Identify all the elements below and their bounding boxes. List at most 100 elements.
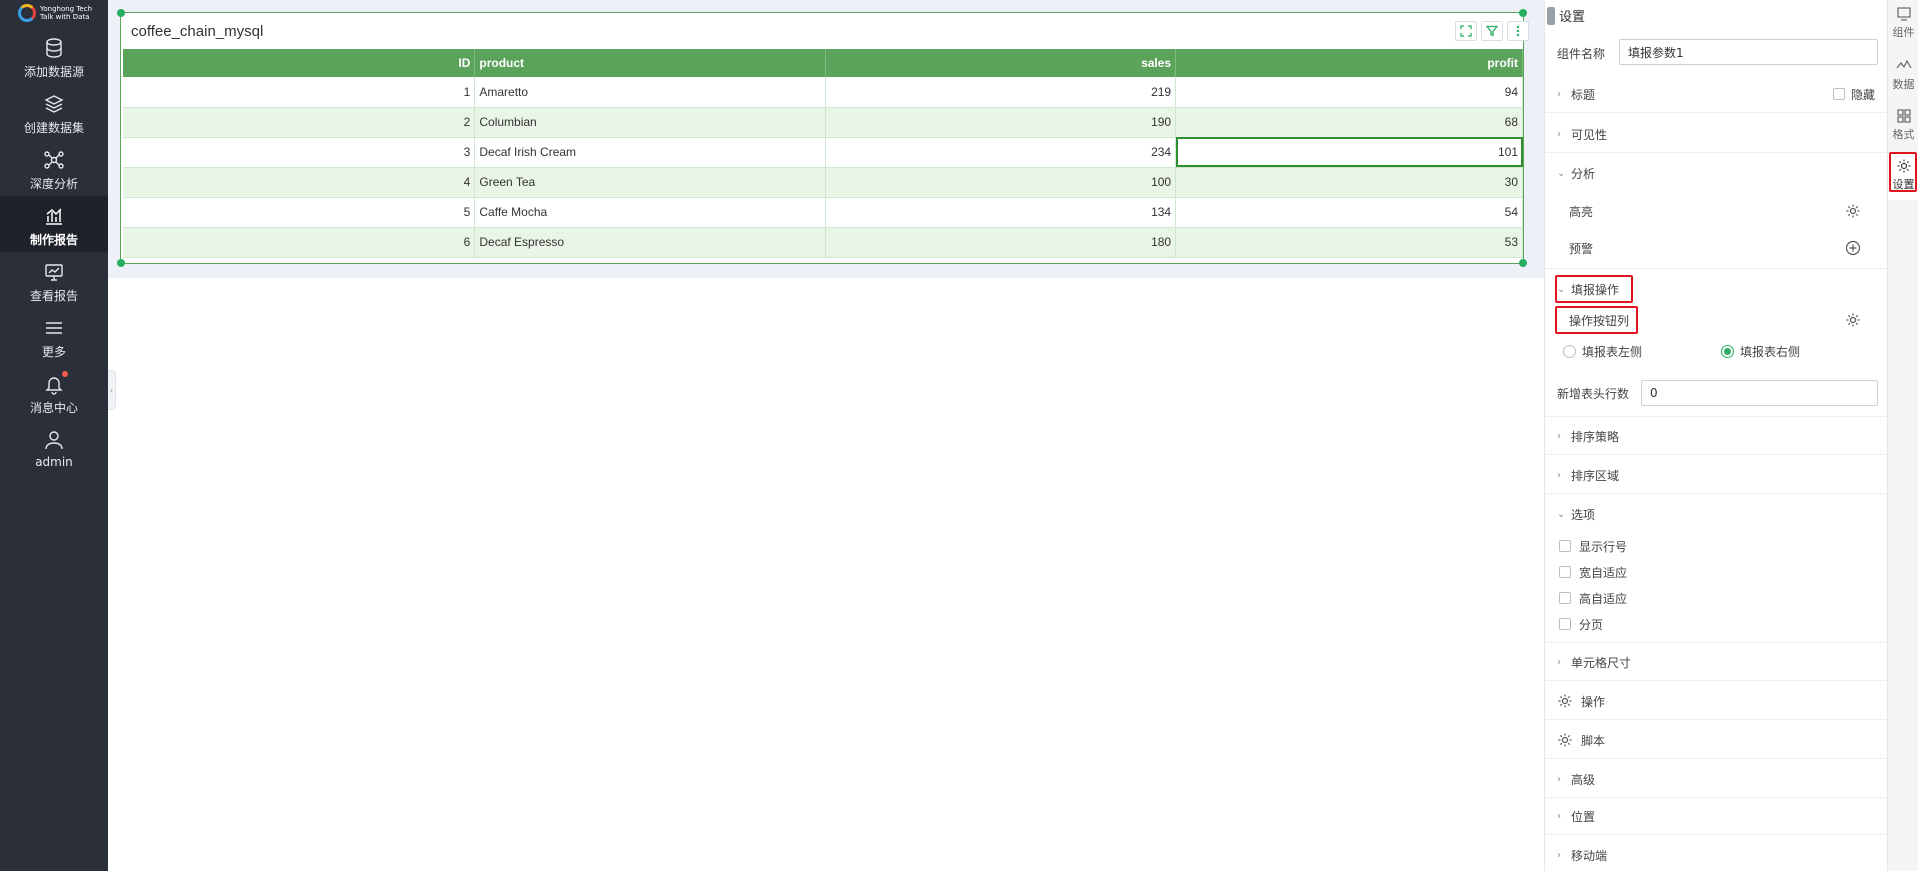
table-cell[interactable]: 4 (123, 167, 476, 198)
table-cell[interactable]: 180 (825, 227, 1177, 258)
section-cell-size[interactable]: › 单元格尺寸 (1545, 650, 1888, 674)
table-cell[interactable]: 3 (123, 137, 476, 168)
nav-deep-analysis[interactable]: 深度分析 (0, 140, 108, 196)
tab-data[interactable]: 数据 (1888, 52, 1918, 100)
column-header-sales[interactable]: sales (825, 49, 1177, 77)
filter-button[interactable] (1481, 21, 1503, 41)
component-name-input[interactable]: 填报参数1 (1619, 39, 1878, 65)
section-sort-strategy[interactable]: › 排序策略 (1545, 424, 1888, 448)
add-circle-icon[interactable] (1845, 240, 1861, 256)
gear-icon[interactable] (1845, 312, 1861, 328)
section-options[interactable]: ⌄ 选项 (1545, 502, 1888, 526)
divider (1545, 454, 1888, 455)
checkbox[interactable] (1559, 540, 1571, 552)
table-row[interactable]: 3 Decaf Irish Cream 234 101 (123, 137, 1523, 168)
divider (1545, 680, 1888, 681)
table-cell[interactable]: 190 (825, 107, 1177, 138)
resize-handle[interactable] (1519, 9, 1527, 17)
table-cell[interactable]: Caffe Mocha (474, 197, 827, 228)
filter-icon (1486, 25, 1498, 37)
report-canvas[interactable]: › coffee_chain_mysql ID product sales pr… (108, 0, 1544, 871)
divider (1545, 493, 1888, 494)
tab-component[interactable]: 组件 (1888, 0, 1918, 48)
nav-create-dataset[interactable]: 创建数据集 (0, 84, 108, 140)
checkbox[interactable] (1833, 88, 1845, 100)
table-widget[interactable]: coffee_chain_mysql ID product sales prof… (117, 9, 1529, 267)
nav-more[interactable]: 更多 (0, 308, 108, 364)
resize-handle[interactable] (117, 259, 125, 267)
section-script[interactable]: 脚本 (1545, 728, 1888, 752)
radio-left-option[interactable]: 填报表左侧 (1563, 340, 1713, 362)
table-cell[interactable]: 30 (1175, 167, 1523, 198)
table-row[interactable]: 1 Amaretto 219 94 (123, 77, 1523, 108)
tab-format[interactable]: 格式 (1888, 102, 1918, 150)
table-cell[interactable]: 234 (825, 137, 1177, 168)
section-sort-area[interactable]: › 排序区域 (1545, 463, 1888, 487)
table-cell[interactable]: 94 (1175, 77, 1523, 108)
option-paging[interactable]: 分页 (1559, 613, 1759, 635)
checkbox[interactable] (1559, 618, 1571, 630)
table-cell-selected[interactable]: 101 (1175, 137, 1523, 168)
resize-handle[interactable] (1519, 259, 1527, 267)
column-header-id[interactable]: ID (123, 49, 476, 77)
table-cell[interactable]: 1 (123, 77, 476, 108)
table-row[interactable]: 4 Green Tea 100 30 (123, 167, 1523, 198)
checkbox[interactable] (1559, 592, 1571, 604)
nav-view-report[interactable]: 查看报告 (0, 252, 108, 308)
column-header-product[interactable]: product (474, 49, 827, 77)
nav-message-center[interactable]: 消息中心 (0, 364, 108, 420)
option-height-fit[interactable]: 高自适应 (1559, 587, 1759, 609)
column-header-profit[interactable]: profit (1175, 49, 1523, 77)
hide-title-checkbox[interactable]: 隐藏 (1833, 82, 1893, 106)
table-cell[interactable]: 134 (825, 197, 1177, 228)
cell-size-label: 单元格尺寸 (1571, 655, 1632, 670)
nav-make-report[interactable]: 制作报告 (0, 196, 108, 252)
option-show-row-number[interactable]: 显示行号 (1559, 535, 1759, 557)
highlight-annotation (1889, 152, 1917, 192)
table-cell[interactable]: Decaf Irish Cream (474, 137, 827, 168)
table-cell[interactable]: 53 (1175, 227, 1523, 258)
nav-add-datasource[interactable]: 添加数据源 (0, 28, 108, 84)
table-cell[interactable]: Columbian (474, 107, 827, 138)
table-cell[interactable]: 2 (123, 107, 476, 138)
table-cell[interactable]: 5 (123, 197, 476, 228)
table-cell[interactable]: Decaf Espresso (474, 227, 827, 258)
option-label: 显示行号 (1579, 539, 1628, 554)
section-advanced[interactable]: › 高级 (1545, 767, 1888, 791)
section-mobile[interactable]: › 移动端 (1545, 843, 1888, 867)
section-operation[interactable]: 操作 (1545, 689, 1888, 713)
highlight-label: 高亮 (1569, 204, 1594, 219)
collapse-nav-handle[interactable]: › (108, 370, 116, 410)
new-header-rows-input[interactable]: 0 (1641, 380, 1878, 406)
section-analysis[interactable]: ⌄ 分析 (1545, 161, 1888, 185)
radio-right-option[interactable]: 填报表右侧 (1721, 340, 1871, 362)
table-cell[interactable]: 219 (825, 77, 1177, 108)
panel-collapse-handle[interactable] (1547, 6, 1555, 25)
section-visibility[interactable]: › 可见性 (1545, 122, 1888, 146)
radio-button[interactable] (1563, 344, 1576, 358)
table-cell[interactable]: Amaretto (474, 77, 827, 108)
table-row[interactable]: 5 Caffe Mocha 134 54 (123, 197, 1523, 228)
table-cell[interactable]: 100 (825, 167, 1177, 198)
brand-logo[interactable]: Yonghong Tech Talk with Data (18, 2, 98, 24)
radio-button-selected[interactable] (1721, 344, 1734, 358)
chevron-right-icon: › (1557, 128, 1561, 140)
network-icon (42, 148, 66, 172)
gear-icon[interactable] (1845, 203, 1861, 219)
section-position[interactable]: › 位置 (1545, 804, 1888, 828)
warning-label: 预警 (1569, 241, 1594, 256)
table-row[interactable]: 2 Columbian 190 68 (123, 107, 1523, 138)
option-width-fit[interactable]: 宽自适应 (1559, 561, 1759, 583)
hide-label: 隐藏 (1851, 87, 1876, 102)
table-cell[interactable]: 6 (123, 227, 476, 258)
more-options-button[interactable] (1507, 21, 1529, 41)
table-row[interactable]: 6 Decaf Espresso 180 53 (123, 227, 1523, 258)
nav-user[interactable]: admin (0, 420, 108, 476)
checkbox[interactable] (1559, 566, 1571, 578)
table-cell[interactable]: 54 (1175, 197, 1523, 228)
data-table[interactable]: ID product sales profit 1 Amaretto 219 9… (123, 49, 1523, 258)
fullscreen-button[interactable] (1455, 21, 1477, 41)
table-cell[interactable]: Green Tea (474, 167, 827, 198)
table-cell[interactable]: 68 (1175, 107, 1523, 138)
resize-handle[interactable] (117, 9, 125, 17)
